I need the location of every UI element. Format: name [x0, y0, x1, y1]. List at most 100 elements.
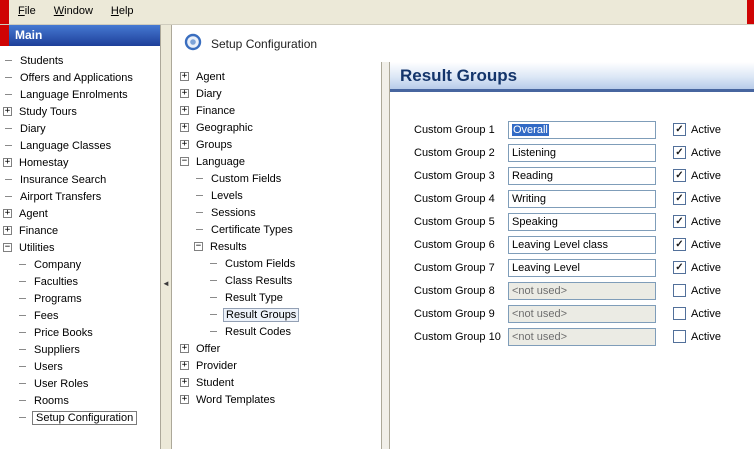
leaf-icon — [5, 145, 12, 146]
sidebar-item-offers-and-applications[interactable]: Offers and Applications — [0, 69, 160, 86]
tree-item-result-type[interactable]: Result Type — [172, 289, 381, 306]
tree-item-language-custom-fields[interactable]: Custom Fields — [172, 170, 381, 187]
tree-item-sessions[interactable]: Sessions — [172, 204, 381, 221]
tree-item-levels[interactable]: Levels — [172, 187, 381, 204]
menu-file[interactable]: File — [9, 0, 45, 24]
active-checkbox[interactable]: ✓ — [673, 238, 686, 251]
sidebar-item-label: Language Classes — [18, 139, 113, 153]
sidebar-item-label: User Roles — [32, 377, 90, 391]
active-label: Active — [691, 331, 721, 343]
tree-item-word-templates[interactable]: + Word Templates — [172, 391, 381, 408]
expand-icon[interactable]: + — [180, 123, 189, 132]
expand-icon[interactable]: + — [180, 72, 189, 81]
tree-item-label: Sessions — [209, 206, 258, 220]
tree-item-student[interactable]: + Student — [172, 374, 381, 391]
tree-item-language[interactable]: − Language — [172, 153, 381, 170]
active-checkbox[interactable] — [673, 284, 686, 297]
tree-item-provider[interactable]: + Provider — [172, 357, 381, 374]
collapse-sidebar-icon[interactable]: ◄ — [162, 279, 170, 288]
sidebar-item-finance[interactable]: + Finance — [0, 222, 160, 239]
sidebar-item-user-roles[interactable]: User Roles — [0, 375, 160, 392]
tree-item-label: Results — [208, 240, 249, 254]
tree-item-class-results[interactable]: Class Results — [172, 272, 381, 289]
tree-item-groups[interactable]: + Groups — [172, 136, 381, 153]
custom-group-input[interactable]: Writing — [508, 190, 656, 208]
expand-icon[interactable]: + — [3, 209, 12, 218]
custom-group-label: Custom Group 5 — [414, 216, 508, 228]
tree-item-certificate-types[interactable]: Certificate Types — [172, 221, 381, 238]
sidebar-item-insurance-search[interactable]: Insurance Search — [0, 171, 160, 188]
tree-item-result-codes[interactable]: Result Codes — [172, 323, 381, 340]
custom-group-input[interactable]: Reading — [508, 167, 656, 185]
main-area: Setup Configuration + Agent + Diary + F — [172, 25, 754, 449]
tree-item-geographic[interactable]: + Geographic — [172, 119, 381, 136]
sidebar-item-faculties[interactable]: Faculties — [0, 273, 160, 290]
expand-icon[interactable]: + — [180, 140, 189, 149]
expand-icon[interactable]: + — [180, 378, 189, 387]
expand-icon[interactable]: + — [180, 395, 189, 404]
sidebar-item-language-classes[interactable]: Language Classes — [0, 137, 160, 154]
tree-item-finance[interactable]: + Finance — [172, 102, 381, 119]
sidebar-item-setup-configuration[interactable]: Setup Configuration — [0, 409, 160, 426]
expand-icon[interactable]: + — [3, 107, 12, 116]
tree-item-results-custom-fields[interactable]: Custom Fields — [172, 255, 381, 272]
tree-item-offer[interactable]: + Offer — [172, 340, 381, 357]
expand-icon[interactable]: + — [180, 344, 189, 353]
custom-group-input[interactable]: <not used> — [508, 282, 656, 300]
tree-item-result-groups[interactable]: Result Groups — [172, 306, 381, 323]
sidebar-item-language-enrolments[interactable]: Language Enrolments — [0, 86, 160, 103]
custom-group-input[interactable]: Listening — [508, 144, 656, 162]
active-checkbox[interactable] — [673, 330, 686, 343]
active-checkbox[interactable]: ✓ — [673, 192, 686, 205]
sidebar-item-users[interactable]: Users — [0, 358, 160, 375]
menu-help[interactable]: Help — [102, 0, 143, 24]
page-header: Setup Configuration — [172, 25, 754, 62]
active-checkbox[interactable]: ✓ — [673, 123, 686, 136]
custom-group-input[interactable]: <not used> — [508, 305, 656, 323]
sidebar-item-programs[interactable]: Programs — [0, 290, 160, 307]
expand-icon[interactable]: + — [180, 106, 189, 115]
sidebar-item-fees[interactable]: Fees — [0, 307, 160, 324]
active-checkbox[interactable]: ✓ — [673, 169, 686, 182]
active-checkbox[interactable]: ✓ — [673, 215, 686, 228]
custom-group-label: Custom Group 1 — [414, 124, 508, 136]
sidebar-item-students[interactable]: Students — [0, 52, 160, 69]
sidebar-item-utilities[interactable]: − Utilities — [0, 239, 160, 256]
expand-icon[interactable]: + — [3, 158, 12, 167]
sidebar-item-rooms[interactable]: Rooms — [0, 392, 160, 409]
active-checkbox[interactable] — [673, 307, 686, 320]
sidebar-item-study-tours[interactable]: + Study Tours — [0, 103, 160, 120]
active-label: Active — [691, 308, 721, 320]
collapse-icon[interactable]: − — [180, 157, 189, 166]
custom-group-input[interactable]: Overall — [508, 121, 656, 139]
custom-group-input[interactable]: Leaving Level class — [508, 236, 656, 254]
tree-panel-splitter[interactable] — [381, 62, 390, 449]
tree-item-results[interactable]: − Results — [172, 238, 381, 255]
sidebar-item-airport-transfers[interactable]: Airport Transfers — [0, 188, 160, 205]
expand-icon[interactable]: + — [180, 361, 189, 370]
leaf-icon — [5, 128, 12, 129]
sidebar-item-homestay[interactable]: + Homestay — [0, 154, 160, 171]
tree-item-agent[interactable]: + Agent — [172, 68, 381, 85]
sidebar-item-company[interactable]: Company — [0, 256, 160, 273]
custom-group-input[interactable]: Speaking — [508, 213, 656, 231]
expand-icon[interactable]: + — [180, 89, 189, 98]
sidebar-item-diary[interactable]: Diary — [0, 120, 160, 137]
menu-window[interactable]: Window — [45, 0, 102, 24]
sidebar-item-price-books[interactable]: Price Books — [0, 324, 160, 341]
active-checkbox[interactable]: ✓ — [673, 261, 686, 274]
sidebar: Main Students Offers and Applications La… — [0, 25, 160, 449]
expand-icon[interactable]: + — [3, 226, 12, 235]
page-title: Setup Configuration — [211, 37, 317, 51]
active-checkbox[interactable]: ✓ — [673, 146, 686, 159]
sidebar-item-suppliers[interactable]: Suppliers — [0, 341, 160, 358]
custom-group-row-7: Custom Group 7 Leaving Level ✓ Active — [414, 256, 754, 279]
sidebar-item-label: Fees — [32, 309, 60, 323]
sidebar-item-agent[interactable]: + Agent — [0, 205, 160, 222]
sidebar-splitter[interactable]: ◄ — [160, 25, 172, 449]
tree-item-diary[interactable]: + Diary — [172, 85, 381, 102]
collapse-icon[interactable]: − — [194, 242, 203, 251]
collapse-icon[interactable]: − — [3, 243, 12, 252]
custom-group-input[interactable]: <not used> — [508, 328, 656, 346]
custom-group-input[interactable]: Leaving Level — [508, 259, 656, 277]
